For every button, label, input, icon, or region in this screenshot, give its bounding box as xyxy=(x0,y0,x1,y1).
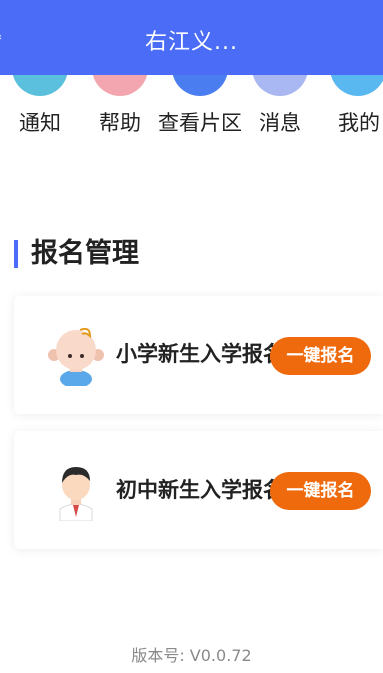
card-title: 初中新生入学报名 xyxy=(116,478,284,502)
middle-school-card[interactable]: 初中新生入学报名 一键报名 xyxy=(14,431,383,549)
app-header: ‹ 右江义... xyxy=(0,0,383,75)
nav-item-label: 消息 xyxy=(259,111,301,135)
card-title: 小学新生入学报名 xyxy=(116,342,284,366)
student-avatar-icon xyxy=(46,459,106,522)
nav-item-label: 帮助 xyxy=(99,111,141,135)
primary-school-card[interactable]: 小学新生入学报名 一键报名 xyxy=(14,296,383,414)
version-label: 版本号: V0.0.72 xyxy=(131,646,252,665)
one-click-register-button[interactable]: 一键报名 xyxy=(270,472,371,510)
one-click-register-button[interactable]: 一键报名 xyxy=(270,337,371,375)
nav-item-label: 通知 xyxy=(19,111,61,135)
section-accent-bar xyxy=(14,240,18,268)
section-title-text: 报名管理 xyxy=(31,238,139,269)
page-title: 右江义... xyxy=(145,30,238,55)
baby-avatar-icon xyxy=(46,324,106,388)
nav-item-label: 我的 xyxy=(338,111,380,135)
nav-item-label: 查看片区 xyxy=(158,111,242,135)
